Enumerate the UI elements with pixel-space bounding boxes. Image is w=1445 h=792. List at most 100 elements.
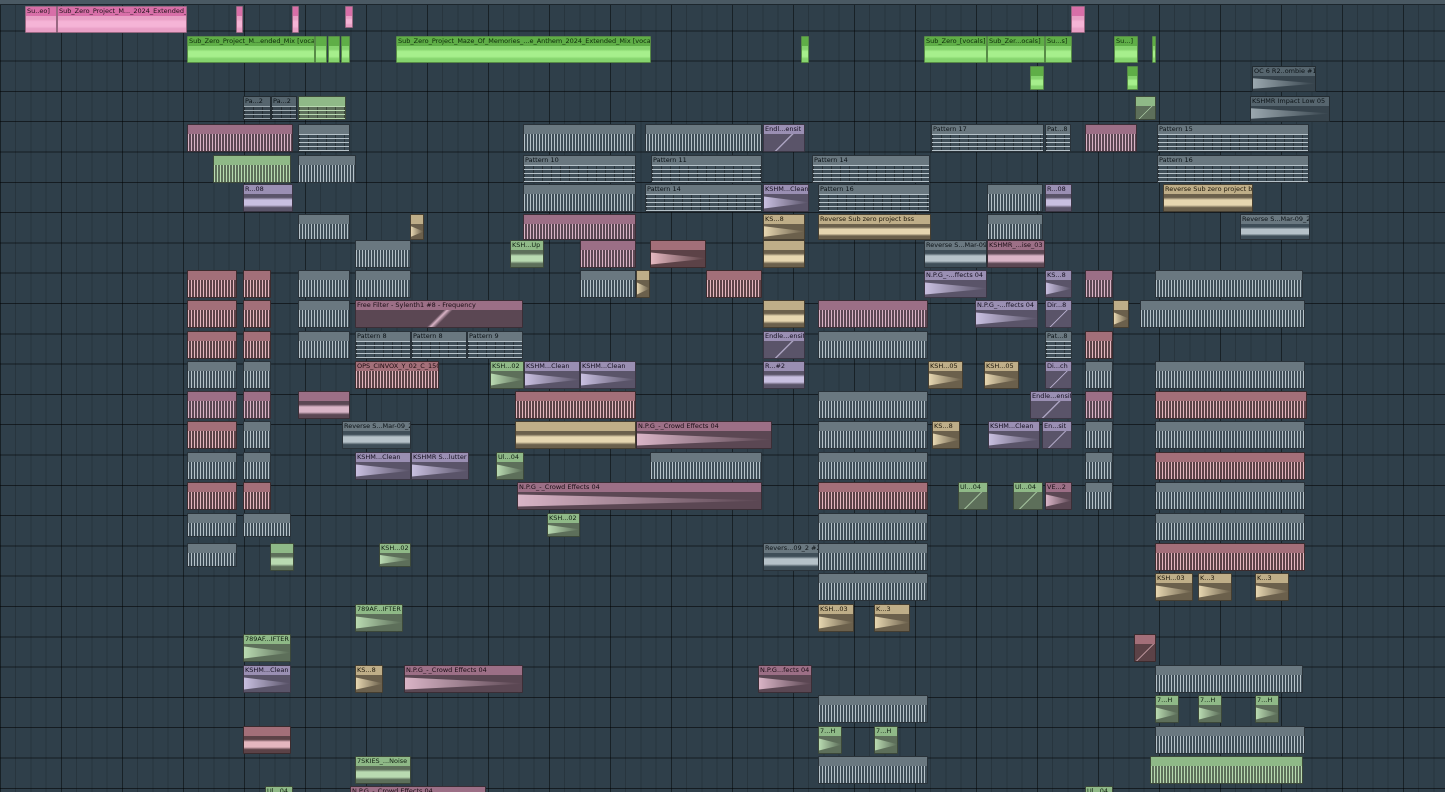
- playlist-clip-unnamed[interactable]: [818, 391, 928, 419]
- playlist-clip[interactable]: N.P.G...fects 04: [758, 665, 812, 693]
- playlist-clip[interactable]: Sub_Zero_Project_M..._2024_Extended_Mix: [57, 6, 187, 33]
- playlist-clip[interactable]: KS...8: [763, 214, 805, 240]
- playlist-clip[interactable]: N.P.G_-_Crowd Effects 04: [404, 665, 523, 693]
- playlist-clip[interactable]: En...sit: [1042, 421, 1072, 449]
- playlist-clip[interactable]: Di...ch: [1045, 361, 1072, 389]
- playlist-clip[interactable]: 789AF...IFTER: [243, 634, 291, 662]
- playlist-clip[interactable]: KSH...02: [547, 513, 580, 537]
- playlist-clip-unnamed[interactable]: [818, 513, 928, 541]
- playlist-clip-unnamed[interactable]: [355, 240, 411, 268]
- playlist-clip[interactable]: N.P.G_-...ffects 04: [975, 300, 1038, 328]
- playlist-clip[interactable]: KSHM...Clean: [988, 421, 1040, 449]
- playlist-clip-unnamed[interactable]: [1155, 361, 1305, 389]
- playlist-clip[interactable]: N.P.G_-_Crowd Effects 04: [636, 421, 772, 449]
- playlist-clip-unnamed[interactable]: [1085, 391, 1113, 419]
- playlist-clip[interactable]: 7...H: [818, 726, 842, 754]
- playlist-clip[interactable]: Pat...8: [1045, 331, 1072, 359]
- playlist-clip-unnamed[interactable]: [818, 695, 928, 723]
- playlist-clip-unnamed[interactable]: [243, 421, 271, 449]
- playlist-clip[interactable]: Free Filter - Sylenth1 #8 - Frequency: [355, 300, 523, 328]
- playlist-clip[interactable]: K...3: [1198, 573, 1232, 601]
- playlist-clip[interactable]: Ul...04: [1085, 786, 1113, 792]
- playlist-clip[interactable]: Sub_Zero_Project_Maze_Of_Memories_...e_A…: [396, 36, 651, 63]
- playlist-clip-unnamed[interactable]: [298, 214, 350, 240]
- playlist-clip-unnamed[interactable]: [1155, 421, 1305, 449]
- playlist-clip-unnamed[interactable]: [1085, 421, 1113, 449]
- playlist-clip[interactable]: 7SKIES_...Noise: [355, 756, 411, 784]
- playlist-clip-unnamed[interactable]: [243, 300, 271, 328]
- playlist-clip[interactable]: KSH...05: [928, 361, 963, 389]
- playlist-clip-unnamed[interactable]: [1152, 36, 1156, 63]
- playlist-clip-unnamed[interactable]: [1135, 96, 1156, 120]
- playlist-clip-unnamed[interactable]: [801, 36, 809, 63]
- playlist-clip-unnamed[interactable]: [1155, 543, 1305, 571]
- playlist-clip[interactable]: KSH...02: [379, 543, 411, 567]
- playlist-clip-unnamed[interactable]: [818, 543, 928, 571]
- playlist-clip-unnamed[interactable]: [328, 36, 340, 63]
- playlist-clip[interactable]: Pattern 17: [931, 124, 1044, 152]
- playlist-clip[interactable]: KS...8: [932, 421, 960, 449]
- playlist-clip-unnamed[interactable]: [236, 6, 243, 33]
- playlist-clip-unnamed[interactable]: [636, 270, 650, 298]
- playlist-clip[interactable]: Pat...8: [1045, 124, 1071, 152]
- playlist-clip[interactable]: KS...8: [1045, 270, 1072, 298]
- playlist-clip-unnamed[interactable]: [818, 421, 928, 449]
- playlist-clip-unnamed[interactable]: [187, 270, 237, 298]
- playlist-clip[interactable]: Reverse S...Mar-09_2: [924, 240, 987, 268]
- playlist-clip-unnamed[interactable]: [1155, 513, 1305, 541]
- playlist-clip-unnamed[interactable]: [1155, 665, 1303, 693]
- playlist-clip-unnamed[interactable]: [187, 452, 237, 480]
- playlist-clip-unnamed[interactable]: [355, 270, 411, 298]
- playlist-clip-unnamed[interactable]: [1155, 726, 1305, 754]
- playlist-clip[interactable]: Endle...ensit: [1030, 391, 1072, 419]
- playlist-clip-unnamed[interactable]: [515, 391, 636, 419]
- playlist-clip[interactable]: KSHM...Clean: [524, 361, 580, 389]
- playlist-clip-unnamed[interactable]: [298, 155, 356, 183]
- playlist-clip-unnamed[interactable]: [523, 184, 636, 212]
- playlist-clip[interactable]: Su..eo]: [25, 6, 57, 33]
- playlist-clip[interactable]: Pattern 8: [355, 331, 411, 359]
- playlist-clip-unnamed[interactable]: [1085, 124, 1137, 152]
- playlist-clip[interactable]: Reverse S...Mar-09_2: [342, 421, 411, 449]
- playlist-clip[interactable]: KSHM...Clean: [355, 452, 411, 480]
- playlist-clip-unnamed[interactable]: [1155, 391, 1307, 419]
- playlist-clip-unnamed[interactable]: [1155, 270, 1303, 298]
- playlist-clip-unnamed[interactable]: [1155, 482, 1305, 510]
- playlist-clip[interactable]: 7...H: [1255, 695, 1279, 723]
- playlist-clip[interactable]: Pattern 16: [818, 184, 930, 212]
- playlist-clip-unnamed[interactable]: [213, 155, 291, 183]
- playlist-clip-unnamed[interactable]: [987, 184, 1043, 212]
- playlist-clip-unnamed[interactable]: [523, 214, 636, 240]
- playlist-clip-unnamed[interactable]: [187, 482, 237, 510]
- playlist-clip[interactable]: Pattern 15: [1157, 124, 1309, 152]
- playlist-clip[interactable]: Reverse S...Mar-09_2: [1240, 214, 1310, 240]
- playlist-clip[interactable]: Pattern 14: [645, 184, 762, 212]
- playlist-clip-unnamed[interactable]: [1030, 66, 1044, 90]
- playlist-clip[interactable]: Pa...2: [243, 96, 271, 120]
- playlist-clip[interactable]: Pa...2: [271, 96, 297, 120]
- playlist-clip-unnamed[interactable]: [1085, 331, 1113, 359]
- playlist-clip-unnamed[interactable]: [270, 543, 294, 571]
- playlist-clip-unnamed[interactable]: [187, 124, 293, 152]
- playlist-clip[interactable]: K...3: [1255, 573, 1289, 601]
- playlist-clip-unnamed[interactable]: [298, 124, 350, 152]
- playlist-clip[interactable]: Pattern 16: [1157, 155, 1309, 183]
- playlist-clip-unnamed[interactable]: [818, 756, 928, 784]
- playlist-clip-unnamed[interactable]: [706, 270, 762, 298]
- playlist-clip[interactable]: VE...2: [1045, 482, 1072, 510]
- playlist-clip[interactable]: 7...H: [1155, 695, 1179, 723]
- playlist-clip-unnamed[interactable]: [187, 391, 237, 419]
- playlist-clip-unnamed[interactable]: [650, 240, 706, 268]
- playlist-clip-unnamed[interactable]: [1085, 361, 1113, 389]
- playlist-clip-unnamed[interactable]: [243, 361, 271, 389]
- playlist-clip-unnamed[interactable]: [298, 331, 350, 359]
- playlist-clip[interactable]: KS...8: [355, 665, 383, 693]
- playlist-clip[interactable]: R...08: [243, 184, 293, 212]
- playlist-clip[interactable]: Endl...ensit: [763, 124, 805, 152]
- playlist-clip-unnamed[interactable]: [1085, 452, 1113, 480]
- playlist-clip[interactable]: 7...H: [1198, 695, 1222, 723]
- playlist-clip[interactable]: KSH...03: [1155, 573, 1193, 601]
- playlist-clip-unnamed[interactable]: [410, 214, 424, 240]
- playlist-clip-unnamed[interactable]: [315, 36, 327, 63]
- playlist-clip[interactable]: Pattern 11: [651, 155, 762, 183]
